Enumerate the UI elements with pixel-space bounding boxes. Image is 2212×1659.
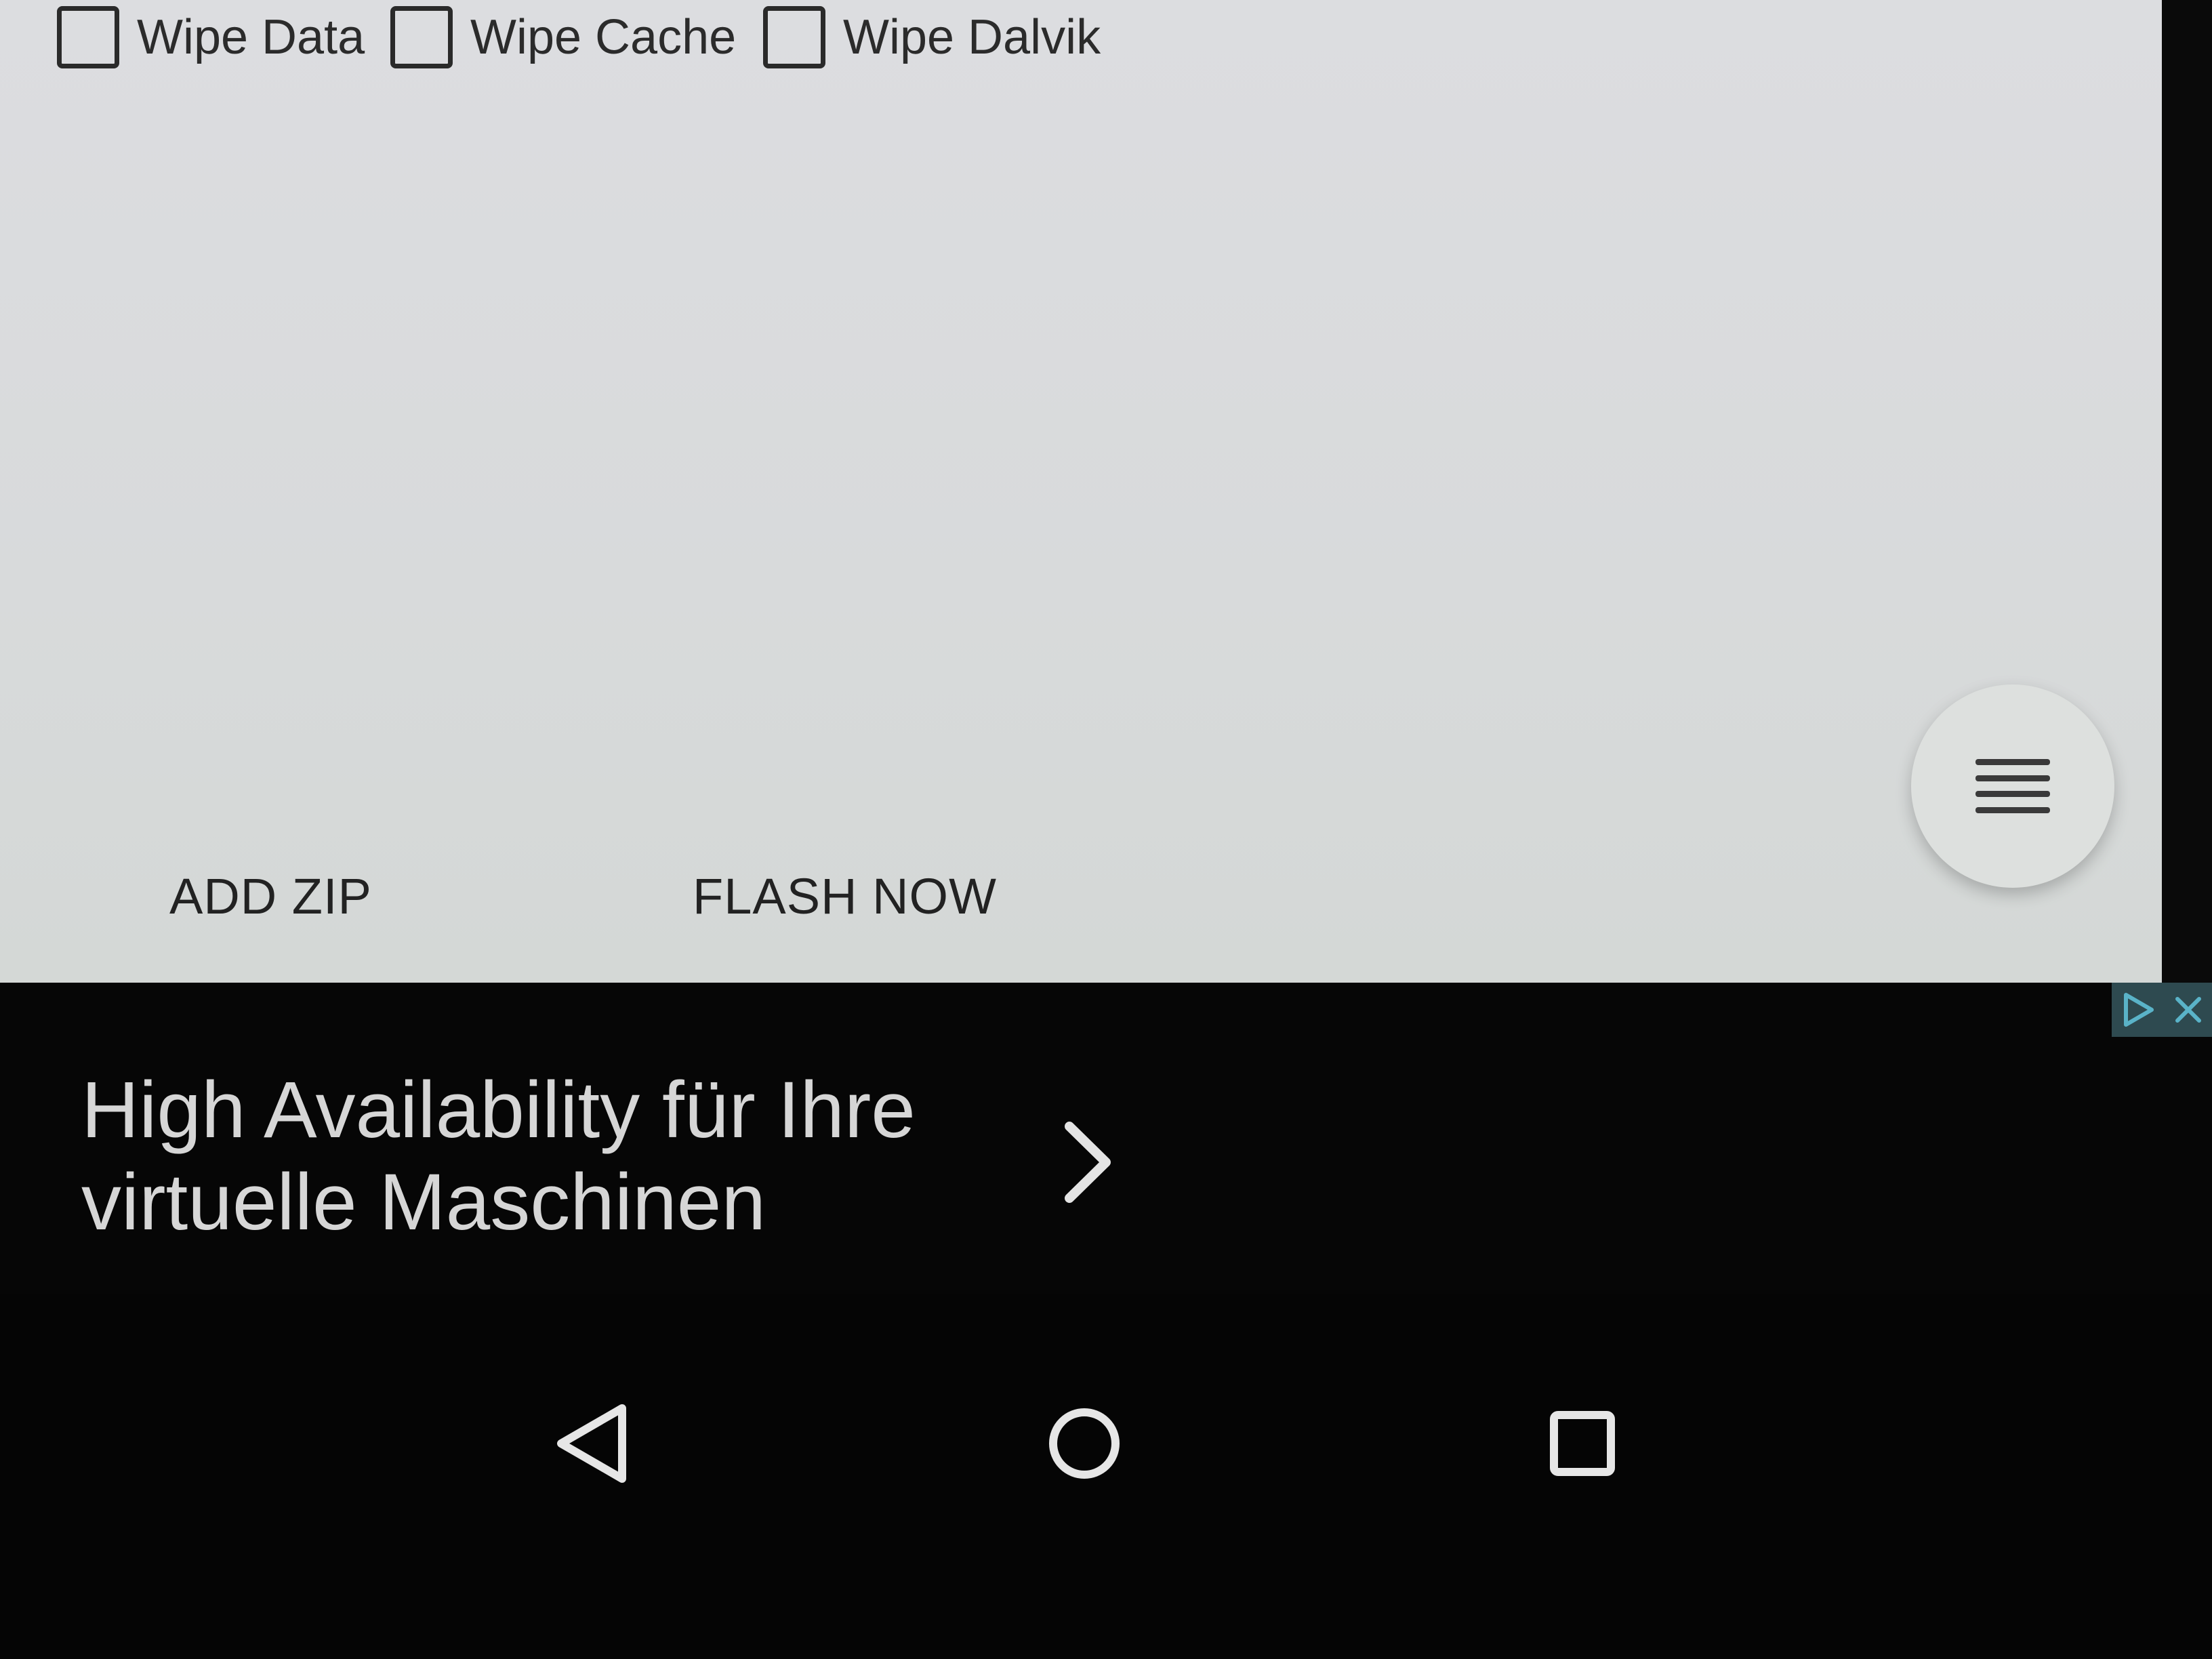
wipe-data-option[interactable]: Wipe Data	[57, 0, 365, 75]
menu-fab-button[interactable]	[1911, 684, 2114, 888]
wipe-cache-label: Wipe Cache	[470, 10, 737, 64]
wipe-dalvik-option[interactable]: Wipe Dalvik	[763, 0, 1101, 75]
flash-now-button[interactable]: FLASH NOW	[693, 867, 997, 925]
navigation-bar	[0, 1294, 2212, 1659]
menu-icon	[1975, 759, 2050, 813]
ad-headline[interactable]: High Availability für Ihre virtuelle Mas…	[81, 1064, 1030, 1248]
back-icon[interactable]	[542, 1396, 637, 1491]
wipe-cache-checkbox[interactable]	[390, 6, 453, 68]
wipe-data-label: Wipe Data	[137, 10, 365, 64]
adchoices-icon[interactable]	[2119, 991, 2157, 1029]
recents-icon[interactable]	[1535, 1396, 1630, 1491]
ad-headline-line1: High Availability für Ihre	[81, 1065, 916, 1155]
wipe-cache-option[interactable]: Wipe Cache	[390, 0, 736, 75]
flash-panel: Wipe Data Wipe Cache Wipe Dalvik ADD ZIP…	[0, 0, 2162, 983]
wipe-dalvik-checkbox[interactable]	[763, 6, 825, 68]
wipe-data-checkbox[interactable]	[57, 6, 119, 68]
screen: Wipe Data Wipe Cache Wipe Dalvik ADD ZIP…	[0, 0, 2212, 1659]
chevron-right-icon[interactable]	[1057, 1118, 1118, 1206]
ad-headline-line2: virtuelle Maschinen	[81, 1158, 766, 1247]
ad-banner[interactable]: High Availability für Ihre virtuelle Mas…	[0, 983, 2212, 1294]
home-icon[interactable]	[1037, 1396, 1132, 1491]
wipe-options-row: Wipe Data Wipe Cache Wipe Dalvik	[0, 0, 1220, 75]
add-zip-button[interactable]: ADD ZIP	[169, 867, 372, 925]
wipe-dalvik-label: Wipe Dalvik	[843, 10, 1101, 64]
screen-edge	[2162, 0, 2212, 983]
close-icon[interactable]	[2172, 994, 2205, 1026]
ad-badge[interactable]	[2112, 983, 2212, 1037]
